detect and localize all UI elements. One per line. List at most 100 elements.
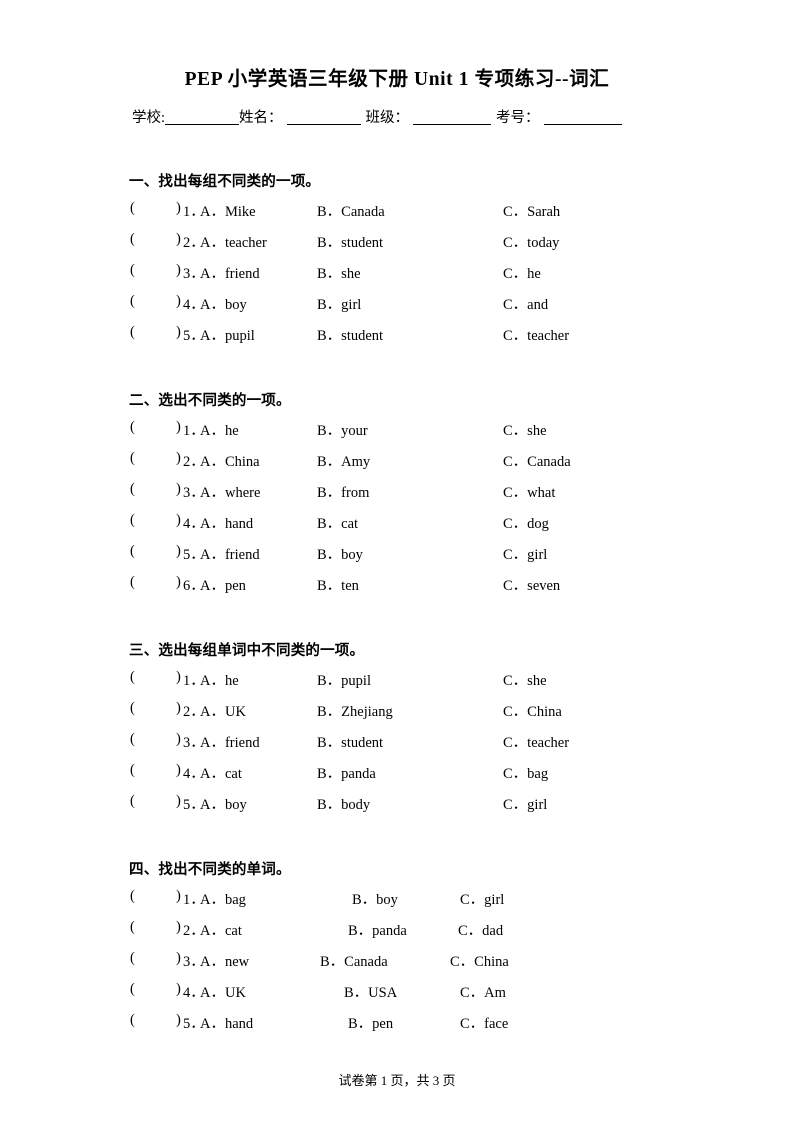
option-a[interactable]: A．UK <box>200 700 246 721</box>
option-a[interactable]: A．friend <box>200 543 260 564</box>
answer-bracket-open: ( <box>130 231 135 247</box>
class-field[interactable]: 班级： <box>366 108 492 128</box>
question-row: () 2． A．teacher B．student C．today <box>130 231 750 262</box>
option-a[interactable]: A．hand <box>200 1012 253 1033</box>
option-a[interactable]: A．cat <box>200 919 242 940</box>
section-heading-3: 三、选出每组单词中不同类的一项。 <box>129 643 365 659</box>
exam-number-input[interactable] <box>543 109 622 125</box>
option-a[interactable]: A．friend <box>200 731 260 752</box>
option-c[interactable]: C．Canada <box>503 450 571 471</box>
answer-bracket-open: ( <box>130 512 135 528</box>
option-b[interactable]: B．Zhejiang <box>317 700 393 721</box>
option-c[interactable]: C．today <box>503 231 559 252</box>
answer-bracket-close: ) <box>176 669 181 685</box>
option-b[interactable]: B．panda <box>317 762 376 783</box>
option-a[interactable]: A．teacher <box>200 231 267 252</box>
question-row: () 5． A．boy B．body C．girl <box>130 793 750 824</box>
option-b[interactable]: B．Amy <box>317 450 370 471</box>
exam-number-label: 考号： <box>496 110 540 126</box>
option-c[interactable]: C．China <box>450 950 509 971</box>
question-row: () 1． A．he B．your C．she <box>130 419 750 450</box>
question-row: () 6． A．pen B．ten C．seven <box>130 574 750 605</box>
answer-bracket-close: ) <box>176 262 181 278</box>
option-b[interactable]: B．panda <box>348 919 407 940</box>
class-input[interactable] <box>413 109 492 125</box>
option-b[interactable]: B．she <box>317 262 361 283</box>
answer-bracket-close: ) <box>176 231 181 247</box>
option-a[interactable]: A．he <box>200 419 239 440</box>
option-b[interactable]: B．your <box>317 419 368 440</box>
option-b[interactable]: B．ten <box>317 574 359 595</box>
option-a[interactable]: A．cat <box>200 762 242 783</box>
option-b[interactable]: B．student <box>317 324 383 345</box>
option-c[interactable]: C．dog <box>503 512 549 533</box>
name-field[interactable]: 姓名： <box>239 108 361 128</box>
option-c[interactable]: C．what <box>503 481 555 502</box>
answer-bracket-open: ( <box>130 981 135 997</box>
page-footer: 试卷第 1 页，共 3 页 <box>338 1073 456 1088</box>
option-a[interactable]: A．boy <box>200 793 247 814</box>
option-a[interactable]: A．hand <box>200 512 253 533</box>
option-a[interactable]: A．pen <box>200 574 246 595</box>
option-b[interactable]: B．body <box>317 793 370 814</box>
name-label: 姓名： <box>239 110 283 126</box>
option-c[interactable]: C．dad <box>458 919 503 940</box>
option-c[interactable]: C．Sarah <box>503 200 560 221</box>
option-c[interactable]: C．teacher <box>503 324 569 345</box>
option-a[interactable]: A．new <box>200 950 249 971</box>
student-info-row: 学校: 姓名： 班级： 考号： <box>132 108 672 128</box>
exam-number-field[interactable]: 考号： <box>496 108 622 128</box>
question-row: () 5． A．pupil B．student C．teacher <box>130 324 750 355</box>
option-c[interactable]: C．teacher <box>503 731 569 752</box>
option-b[interactable]: B．USA <box>344 981 397 1002</box>
answer-bracket-close: ) <box>176 731 181 747</box>
page-title: PEP 小学英语三年级下册 Unit 1 专项练习--词汇 <box>184 69 610 90</box>
school-field[interactable]: 学校: <box>132 108 240 128</box>
answer-bracket-close: ) <box>176 543 181 559</box>
option-c[interactable]: C．China <box>503 700 562 721</box>
option-a[interactable]: A．where <box>200 481 260 502</box>
question-row: () 4． A．hand B．cat C．dog <box>130 512 750 543</box>
answer-bracket-open: ( <box>130 950 135 966</box>
option-b[interactable]: B．girl <box>317 293 361 314</box>
option-c[interactable]: C．Am <box>460 981 506 1002</box>
option-a[interactable]: A．Mike <box>200 200 256 221</box>
option-c[interactable]: C．and <box>503 293 548 314</box>
option-a[interactable]: A．pupil <box>200 324 255 345</box>
school-input[interactable] <box>165 109 240 125</box>
option-c[interactable]: C．he <box>503 262 541 283</box>
option-c[interactable]: C．girl <box>503 793 547 814</box>
option-b[interactable]: B．cat <box>317 512 358 533</box>
option-a[interactable]: A．boy <box>200 293 247 314</box>
option-c[interactable]: C．face <box>460 1012 508 1033</box>
answer-bracket-open: ( <box>130 543 135 559</box>
option-c[interactable]: C．she <box>503 669 547 690</box>
name-input[interactable] <box>286 109 361 125</box>
option-c[interactable]: C．girl <box>460 888 504 909</box>
option-a[interactable]: A．he <box>200 669 239 690</box>
option-a[interactable]: A．UK <box>200 981 246 1002</box>
school-label: 学校: <box>132 110 166 126</box>
option-b[interactable]: B．boy <box>317 543 363 564</box>
option-b[interactable]: B．Canada <box>320 950 388 971</box>
option-b[interactable]: B．boy <box>352 888 398 909</box>
option-c[interactable]: C．girl <box>503 543 547 564</box>
option-b[interactable]: B．student <box>317 731 383 752</box>
option-c[interactable]: C．she <box>503 419 547 440</box>
option-a[interactable]: A．China <box>200 450 260 471</box>
option-a[interactable]: A．friend <box>200 262 260 283</box>
option-c[interactable]: C．seven <box>503 574 560 595</box>
answer-bracket-open: ( <box>130 731 135 747</box>
answer-bracket-open: ( <box>130 450 135 466</box>
section-heading-2: 二、选出不同类的一项。 <box>129 393 291 409</box>
option-b[interactable]: B．Canada <box>317 200 385 221</box>
option-a[interactable]: A．bag <box>200 888 246 909</box>
option-c[interactable]: C．bag <box>503 762 548 783</box>
option-b[interactable]: B．from <box>317 481 369 502</box>
option-b[interactable]: B．pen <box>348 1012 393 1033</box>
option-b[interactable]: B．pupil <box>317 669 371 690</box>
answer-bracket-close: ) <box>176 919 181 935</box>
answer-bracket-open: ( <box>130 919 135 935</box>
option-b[interactable]: B．student <box>317 231 383 252</box>
question-row: () 3． A．new B．Canada C．China <box>130 950 750 981</box>
